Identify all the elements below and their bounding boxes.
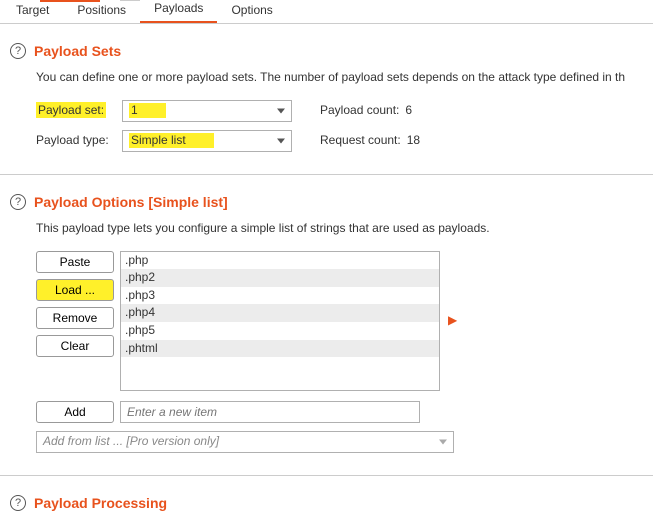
help-icon[interactable]: ? bbox=[10, 194, 26, 210]
payload-type-label: Payload type: bbox=[36, 133, 122, 149]
payload-sets-desc: You can define one or more payload sets.… bbox=[36, 70, 643, 86]
payload-type-select[interactable]: Simple list bbox=[122, 130, 292, 152]
list-item[interactable]: .php3 bbox=[121, 287, 439, 305]
payload-list[interactable]: .php .php2 .php3 .php4 .php5 .phtml bbox=[120, 251, 440, 391]
arrow-right-icon: ▶ bbox=[448, 313, 457, 329]
payload-count-value: 6 bbox=[405, 103, 412, 119]
remove-button[interactable]: Remove bbox=[36, 307, 114, 329]
list-item[interactable]: .php4 bbox=[121, 304, 439, 322]
list-item[interactable]: .phtml bbox=[121, 340, 439, 358]
list-item[interactable]: .php2 bbox=[121, 269, 439, 287]
add-button[interactable]: Add bbox=[36, 401, 114, 423]
pro-placeholder: Add from list ... [Pro version only] bbox=[43, 434, 219, 448]
load-button[interactable]: Load ... bbox=[36, 279, 114, 301]
help-icon[interactable]: ? bbox=[10, 43, 26, 59]
section-payload-processing: ? Payload Processing bbox=[0, 476, 653, 526]
new-item-input[interactable] bbox=[120, 401, 420, 423]
tab-payloads[interactable]: Payloads bbox=[140, 0, 217, 23]
tab-bar: Target Positions Payloads Options bbox=[0, 0, 653, 24]
paste-button[interactable]: Paste bbox=[36, 251, 114, 273]
clear-button[interactable]: Clear bbox=[36, 335, 114, 357]
tab-target[interactable]: Target bbox=[2, 0, 63, 23]
tab-options[interactable]: Options bbox=[217, 0, 286, 23]
payload-type-value: Simple list bbox=[129, 133, 214, 149]
add-from-list-select[interactable]: Add from list ... [Pro version only] bbox=[36, 431, 454, 453]
section-payload-options: ? Payload Options [Simple list] This pay… bbox=[0, 175, 653, 476]
help-icon[interactable]: ? bbox=[10, 495, 26, 511]
payload-set-label: Payload set: bbox=[36, 102, 106, 118]
list-item[interactable]: .php bbox=[121, 252, 439, 270]
payload-processing-title: Payload Processing bbox=[34, 494, 167, 512]
payload-sets-title: Payload Sets bbox=[34, 42, 121, 60]
list-item[interactable]: .php5 bbox=[121, 322, 439, 340]
list-buttons: Paste Load ... Remove Clear bbox=[36, 251, 114, 357]
payload-options-desc: This payload type lets you configure a s… bbox=[36, 221, 643, 237]
request-count-label: Request count: bbox=[320, 133, 401, 149]
payload-count-label: Payload count: bbox=[320, 103, 399, 119]
section-payload-sets: ? Payload Sets You can define one or mor… bbox=[0, 24, 653, 175]
payload-set-select[interactable]: 1 bbox=[122, 100, 292, 122]
tab-positions[interactable]: Positions bbox=[63, 0, 140, 23]
request-count-value: 18 bbox=[407, 133, 420, 149]
payload-set-value: 1 bbox=[129, 103, 166, 119]
payload-options-title: Payload Options [Simple list] bbox=[34, 193, 228, 211]
